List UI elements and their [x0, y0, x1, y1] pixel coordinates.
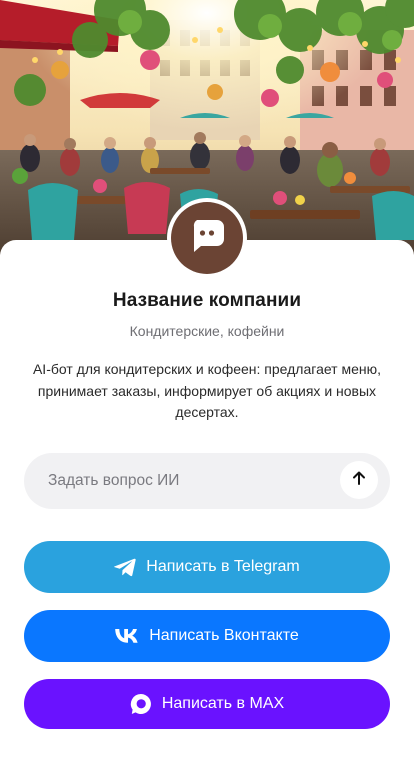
- send-question-button[interactable]: [340, 461, 378, 499]
- company-category: Кондитерские, кофейни: [129, 323, 285, 339]
- vk-button-label: Написать Вконтакте: [149, 627, 299, 644]
- telegram-button[interactable]: Написать в Telegram: [24, 541, 390, 593]
- vk-icon: [115, 629, 139, 643]
- chat-bubble-icon: [189, 219, 225, 258]
- arrow-up-icon: [351, 470, 367, 491]
- page: Название компании Кондитерские, кофейни …: [0, 0, 414, 770]
- vk-button[interactable]: Написать Вконтакте: [24, 610, 390, 662]
- telegram-icon: [114, 558, 136, 577]
- company-name: Название компании: [112, 290, 302, 311]
- company-avatar: [167, 198, 247, 278]
- company-description: AI-бот для кондитерских и кофеен: предла…: [32, 361, 382, 420]
- max-button-label: Написать в MAX: [161, 695, 285, 712]
- avatar-background: [171, 202, 243, 274]
- max-icon: [130, 693, 152, 715]
- telegram-button-label: Написать в Telegram: [146, 558, 300, 575]
- ask-ai-field: [24, 453, 390, 509]
- max-button[interactable]: Написать в MAX: [24, 679, 390, 729]
- ask-ai-input[interactable]: [48, 453, 338, 509]
